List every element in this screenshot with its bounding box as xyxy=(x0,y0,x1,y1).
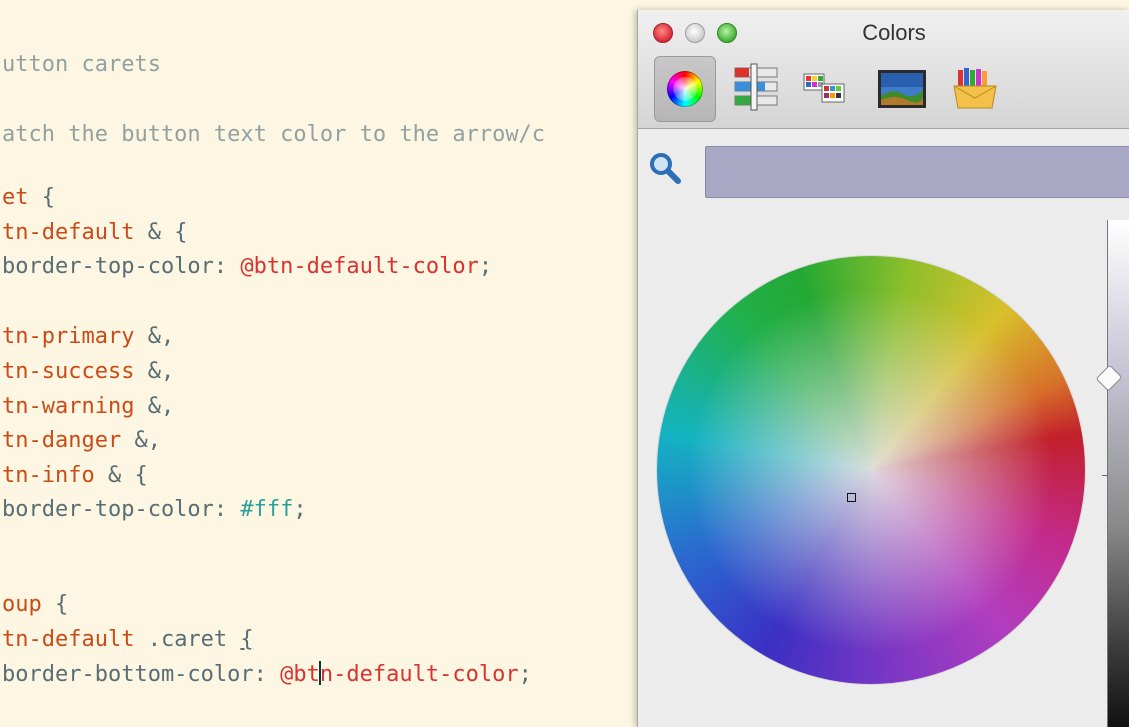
color-wheel[interactable] xyxy=(657,256,1085,684)
code-line[interactable]: tn-info & { xyxy=(2,463,148,489)
color-sliders-tab[interactable] xyxy=(733,60,779,118)
code-token: ; xyxy=(478,254,493,279)
code-token: n-default-color xyxy=(319,662,519,687)
code-token: tn-warning xyxy=(2,394,135,419)
code-token: oup xyxy=(2,592,42,617)
code-token: &, xyxy=(121,428,161,453)
code-token: #fff xyxy=(240,497,294,522)
code-token: border-bottom-color: xyxy=(2,662,281,687)
code-token: { xyxy=(41,592,69,617)
brightness-slider[interactable] xyxy=(1095,220,1129,727)
code-line[interactable]: border-top-color: #fff; xyxy=(2,497,307,523)
image-icon xyxy=(878,70,926,108)
code-token: & { xyxy=(134,220,188,245)
code-line[interactable]: atch the button text color to the arrow/… xyxy=(2,122,545,148)
code-token: { xyxy=(240,627,254,652)
code-line[interactable]: tn-default & { xyxy=(2,220,187,246)
titlebar: Colors xyxy=(638,10,1129,129)
code-token: et xyxy=(2,185,29,210)
code-token: tn-default xyxy=(2,220,135,245)
code-token: atch the button text color to the arrow/… xyxy=(2,122,546,147)
code-token: tn-default xyxy=(2,627,135,652)
code-token: @bt xyxy=(280,662,320,687)
code-token: &, xyxy=(134,394,175,419)
crayons-icon xyxy=(953,68,997,109)
code-line[interactable]: border-top-color: @btn-default-color; xyxy=(2,254,492,280)
code-line[interactable]: border-bottom-color: @btn-default-color; xyxy=(2,661,532,688)
code-token: tn-info xyxy=(2,463,95,488)
code-token: tn-success xyxy=(2,359,135,384)
image-palettes-tab[interactable] xyxy=(875,60,929,118)
code-token: utton carets xyxy=(2,52,161,77)
code-token: border-top-color: xyxy=(2,254,241,279)
color-wheel-tab[interactable] xyxy=(654,56,716,122)
color-wheel-icon xyxy=(667,71,703,107)
code-line[interactable]: oup { xyxy=(2,592,68,618)
palettes-icon xyxy=(803,73,845,103)
color-wheel-area xyxy=(638,210,1129,727)
search-row xyxy=(638,129,1129,209)
slider-tick xyxy=(1102,475,1108,476)
code-token: &, xyxy=(134,359,175,384)
code-token: & { xyxy=(94,463,148,488)
code-token: ; xyxy=(518,662,532,687)
code-token: { xyxy=(28,185,55,210)
code-token: &, xyxy=(134,324,175,349)
code-token: .caret xyxy=(134,627,241,652)
code-line[interactable]: tn-warning &, xyxy=(2,394,174,420)
code-line[interactable]: tn-danger &, xyxy=(2,428,161,454)
crayons-tab[interactable] xyxy=(950,60,1000,118)
brightness-slider-knob[interactable] xyxy=(1095,364,1123,392)
code-line[interactable]: et { xyxy=(2,185,55,211)
color-wheel-cursor[interactable] xyxy=(847,493,856,502)
code-token: @btn-default-color xyxy=(240,254,479,279)
code-line[interactable]: utton carets xyxy=(2,52,161,78)
code-token: border-top-color: xyxy=(2,497,241,522)
window-title: Colors xyxy=(862,20,926,45)
search-input[interactable] xyxy=(705,146,1129,198)
search-icon xyxy=(650,153,681,184)
sliders-icon xyxy=(734,63,778,111)
color-palettes-tab[interactable] xyxy=(800,60,850,118)
code-line[interactable]: tn-default .caret { xyxy=(2,627,254,653)
colors-window: Colors xyxy=(637,10,1129,727)
code-line[interactable]: tn-success &, xyxy=(2,359,174,385)
code-token: tn-primary xyxy=(2,324,135,349)
code-token: ; xyxy=(293,497,307,522)
code-token: tn-danger xyxy=(2,428,122,453)
code-line[interactable]: tn-primary &, xyxy=(2,324,174,350)
code-editor[interactable]: utton carets atch the button text color t… xyxy=(0,0,640,727)
